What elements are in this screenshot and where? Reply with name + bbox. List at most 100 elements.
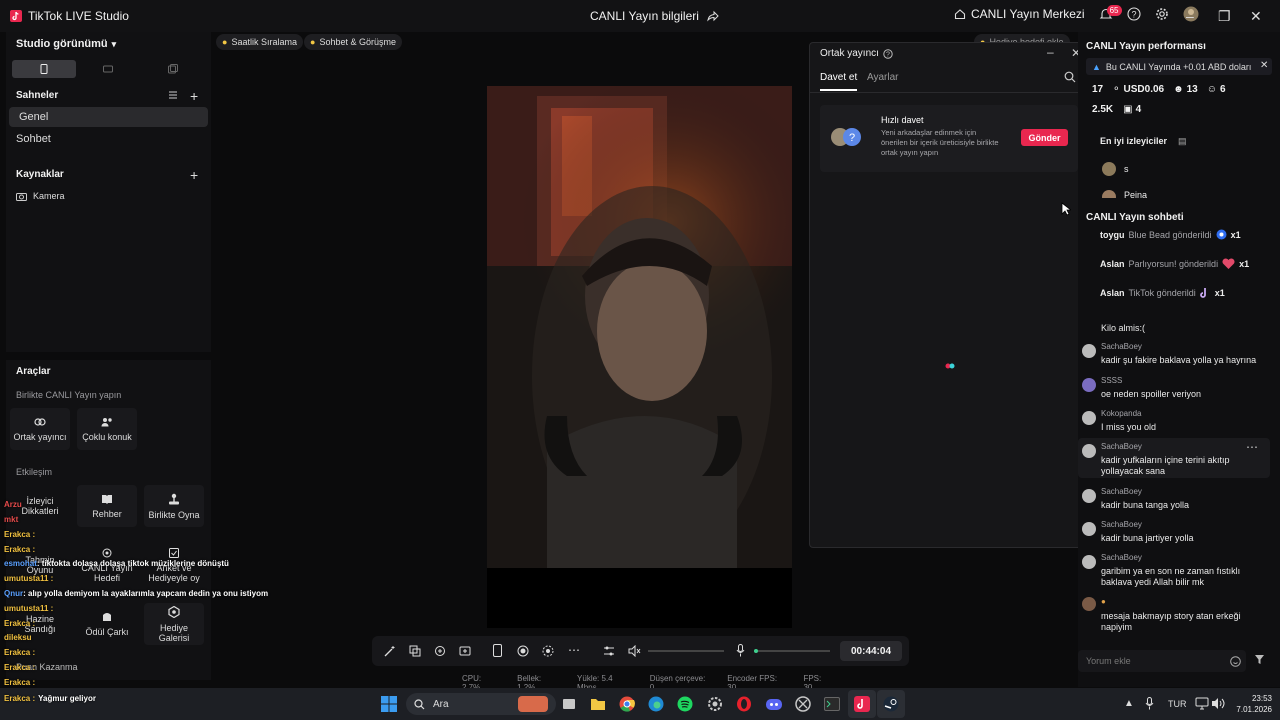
add-source-icon[interactable]: + (190, 167, 198, 183)
settings-gear-icon[interactable] (707, 696, 723, 712)
overlay-chat-line: mkt (4, 515, 19, 524)
multi-guest-tool-button[interactable]: Çoklu konuk (77, 408, 137, 450)
help-icon[interactable]: ? (1127, 7, 1141, 21)
magic-wand-icon[interactable] (384, 645, 396, 657)
top-viewer-row[interactable]: Peina (1102, 190, 1147, 198)
discord-icon[interactable] (765, 696, 783, 712)
tab-divider (810, 92, 1087, 93)
source-item-camera[interactable]: Kamera (6, 186, 211, 206)
orientation-switch (12, 60, 205, 78)
phone-icon[interactable] (493, 644, 502, 657)
overlay-chat-line: Erakca : Yağmur geliyor (4, 694, 96, 703)
app-title: TikTok LIVE Studio (0, 9, 129, 23)
live-timer: 00:44:04 (840, 641, 902, 661)
gift-user: Aslan (1100, 288, 1125, 298)
more-options-icon[interactable]: ⋯ (1246, 440, 1258, 454)
opera-icon[interactable] (736, 696, 752, 712)
chrome-icon[interactable] (619, 696, 635, 712)
add-scene-icon[interactable]: + (190, 88, 198, 104)
live-info-button[interactable]: CANLI Yayın bilgileri (590, 9, 719, 23)
gift-message: toygu Blue Bead gönderildi x1 (1100, 229, 1241, 240)
tiktok-taskbar-button[interactable] (848, 690, 876, 718)
tab-invite[interactable]: Davet et (820, 72, 858, 91)
tray-chevron-up-icon[interactable]: ▲ (1124, 698, 1134, 709)
minimize-icon[interactable]: – (1186, 8, 1194, 24)
tiktok-logo-icon (10, 10, 22, 22)
info-icon[interactable]: ? (883, 48, 893, 59)
chat-text: oe neden spoiller veriyon (1101, 389, 1202, 399)
speaker-muted-icon[interactable] (628, 645, 641, 657)
filter-icon[interactable] (1254, 654, 1265, 665)
scene-item-genel[interactable]: Genel (9, 107, 208, 127)
emoji-picker-icon[interactable] (1230, 656, 1241, 667)
overlay-chat-name: Qnur (4, 589, 24, 598)
landscape-mode-button[interactable] (76, 60, 140, 78)
terminal-icon[interactable] (824, 697, 840, 711)
mixer-icon[interactable] (603, 645, 615, 657)
edge-icon[interactable] (648, 696, 664, 712)
taskbar-search[interactable]: Ara (406, 693, 556, 715)
xbox-icon[interactable] (795, 696, 811, 712)
mouse-cursor-icon (1061, 202, 1071, 216)
dropped-frames-status: Düşen çerçeve: 0 (649, 674, 706, 692)
windows-start-icon[interactable] (381, 696, 397, 712)
folder-icon[interactable] (590, 697, 606, 711)
chat-meeting-pill[interactable]: ● Sohbet & Görüşme (304, 34, 402, 50)
pill-label: Sohbet & Görüşme (319, 37, 396, 47)
list-icon[interactable] (168, 90, 178, 100)
list-icon[interactable]: ▤ (1178, 136, 1187, 147)
studio-view-dropdown[interactable]: Studio görünümü ▾ (16, 38, 116, 50)
more-icon[interactable]: ⋯ (568, 643, 580, 657)
settings-gear-icon[interactable] (1155, 7, 1169, 21)
record-icon[interactable] (517, 645, 529, 657)
svg-text:?: ? (886, 51, 890, 58)
dual-mode-button[interactable] (141, 60, 205, 78)
camera-focus-icon[interactable] (542, 645, 554, 657)
network-icon[interactable] (1195, 697, 1209, 710)
live-center-button[interactable]: CANLI Yayın Merkezi (954, 7, 1085, 21)
top-viewer-row[interactable]: s (1102, 162, 1129, 176)
notifications-button[interactable]: 65 (1099, 5, 1122, 21)
spotify-icon[interactable] (677, 696, 693, 712)
windows-taskbar: Ara ▲ TUR 23:53 7.01.2026 (0, 688, 1280, 720)
steam-taskbar-button[interactable] (877, 690, 905, 718)
avatar (1082, 489, 1096, 503)
hourly-ranking-pill[interactable]: ● Saatlik Sıralama (216, 34, 303, 50)
close-icon[interactable]: ✕ (1250, 8, 1262, 25)
clock[interactable]: 23:53 7.01.2026 (1232, 693, 1272, 715)
avatar (1102, 162, 1116, 176)
stat-value: 2.5K (1092, 104, 1114, 115)
speaker-volume-slider[interactable] (648, 650, 724, 652)
dialog-minimize-icon[interactable]: – (1047, 45, 1054, 59)
chat-text: kadir şu fakire baklava yolla ya hayrına (1101, 355, 1257, 365)
language-indicator[interactable]: TUR (1168, 699, 1187, 709)
overlay-chat-text: Yağmur geliyor (38, 694, 96, 703)
add-media-icon[interactable] (459, 645, 471, 657)
banner-close-icon[interactable]: ✕ (1260, 60, 1268, 71)
send-invite-button[interactable]: Gönder (1021, 129, 1068, 146)
co-host-tool-button[interactable]: Ortak yayıncı (10, 408, 70, 450)
task-view-icon[interactable] (562, 697, 576, 711)
overlay-chat-line: dileksu (4, 633, 32, 642)
microphone-icon[interactable] (736, 644, 745, 657)
chat-text: kadir yufkaların içine terini akıtıp yol… (1101, 455, 1230, 476)
comment-input[interactable]: Yorum ekle (1078, 650, 1246, 672)
maximize-icon[interactable]: ❐ (1218, 8, 1231, 25)
chat-message-highlighted[interactable]: SachaBoey kadir yufkaların içine terini … (1078, 438, 1270, 478)
top-viewers-title[interactable]: En iyi izleyiciler (1100, 136, 1167, 146)
earnings-banner: ▲ Bu CANLI Yayında +0.01 ABD doları ✕ (1086, 58, 1272, 75)
co-live-section-title: Birlikte CANLI Yayın yapın (16, 390, 122, 400)
chat-author: SachaBoey (1101, 442, 1142, 451)
effects-icon[interactable] (434, 645, 446, 657)
tab-settings[interactable]: Ayarlar (867, 72, 899, 83)
scene-item-sohbet[interactable]: Sohbet (6, 129, 211, 149)
search-label: Ara (433, 698, 449, 710)
layers-icon[interactable] (409, 645, 421, 657)
search-icon[interactable] (1064, 71, 1076, 83)
tray-microphone-icon[interactable] (1145, 697, 1154, 710)
volume-icon[interactable] (1211, 697, 1225, 710)
quick-invite-title: Hızlı davet (881, 115, 924, 125)
portrait-mode-button[interactable] (12, 60, 77, 78)
mic-volume-slider[interactable] (754, 649, 830, 653)
home-icon (954, 8, 966, 20)
